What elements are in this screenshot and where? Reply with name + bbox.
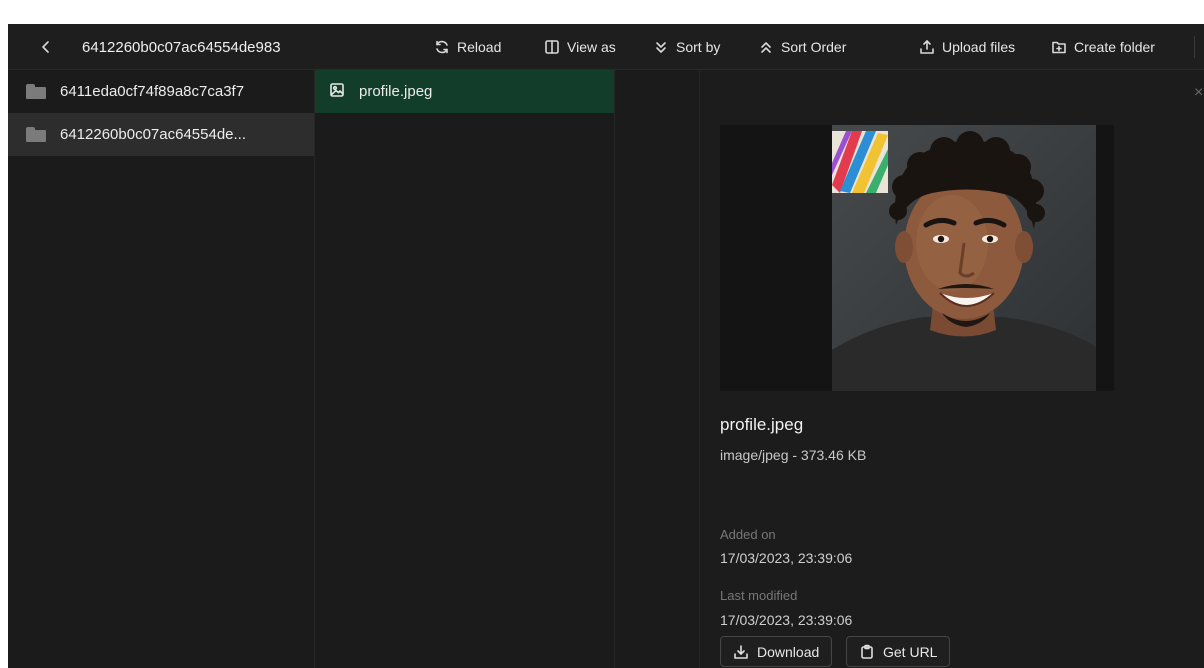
columns-icon [545, 40, 559, 54]
refresh-icon [436, 40, 448, 54]
empty-column [615, 70, 700, 668]
profile-photo [832, 125, 1096, 391]
download-label: Download [757, 643, 820, 660]
close-icon[interactable]: × [1194, 84, 1203, 102]
chevron-left-icon [42, 41, 49, 53]
double-chevron-down-icon [656, 42, 666, 53]
double-chevron-up-icon [761, 42, 771, 53]
reload-button[interactable]: Reload [434, 24, 501, 70]
create-folder-button[interactable]: Create folder [1051, 24, 1155, 70]
folder-icon [26, 84, 46, 99]
download-icon [734, 644, 748, 659]
preview-file-name: profile.jpeg [720, 415, 804, 434]
reload-label: Reload [457, 39, 502, 55]
toolbar: 6412260b0c07ac64554de983 Reload View as … [8, 24, 1204, 70]
sort-by-button[interactable]: Sort by [653, 24, 720, 70]
view-as-button[interactable]: View as [544, 24, 616, 70]
preview-panel: × profile.jpeg image/jpeg - 373.46 KB Ad… [700, 70, 1204, 668]
upload-icon [920, 40, 934, 54]
image-preview [720, 125, 1114, 391]
folder-column: 6411eda0cf74f89a8c7ca3f7 6412260b0c07ac6… [8, 70, 315, 668]
get-url-label: Get URL [883, 643, 938, 660]
folder-name: 6411eda0cf74f89a8c7ca3f7 [60, 83, 245, 100]
file-item-selected[interactable]: profile.jpeg [315, 70, 614, 113]
added-on-value: 17/03/2023, 23:39:06 [720, 550, 853, 566]
download-button[interactable]: Download [720, 636, 833, 667]
create-folder-label: Create folder [1074, 39, 1155, 55]
folder-item[interactable]: 6411eda0cf74f89a8c7ca3f7 [8, 70, 314, 113]
file-name: profile.jpeg [359, 83, 433, 100]
sort-by-label: Sort by [676, 39, 721, 55]
upload-label: Upload files [942, 39, 1016, 55]
preview-file-meta: image/jpeg - 373.46 KB [720, 447, 867, 463]
sort-order-button[interactable]: Sort Order [758, 24, 846, 70]
file-column: profile.jpeg [315, 70, 615, 668]
folder-plus-icon [1052, 41, 1066, 54]
folder-item-selected[interactable]: 6412260b0c07ac64554de... [8, 113, 314, 156]
view-as-label: View as [567, 39, 616, 55]
clipboard-icon [861, 644, 873, 659]
image-file-icon [329, 82, 345, 102]
folder-name: 6412260b0c07ac64554de... [60, 126, 247, 143]
upload-files-button[interactable]: Upload files [919, 24, 1015, 70]
last-modified-label: Last modified [720, 588, 798, 603]
toolbar-divider [1194, 36, 1195, 58]
back-button[interactable] [38, 24, 54, 70]
get-url-button[interactable]: Get URL [846, 636, 951, 667]
current-path: 6412260b0c07ac64554de983 [82, 38, 281, 56]
sort-order-label: Sort Order [781, 39, 847, 55]
added-on-label: Added on [720, 527, 776, 542]
folder-icon [26, 127, 46, 142]
last-modified-value: 17/03/2023, 23:39:06 [720, 612, 853, 628]
file-browser-app: 6412260b0c07ac64554de983 Reload View as … [8, 24, 1204, 668]
